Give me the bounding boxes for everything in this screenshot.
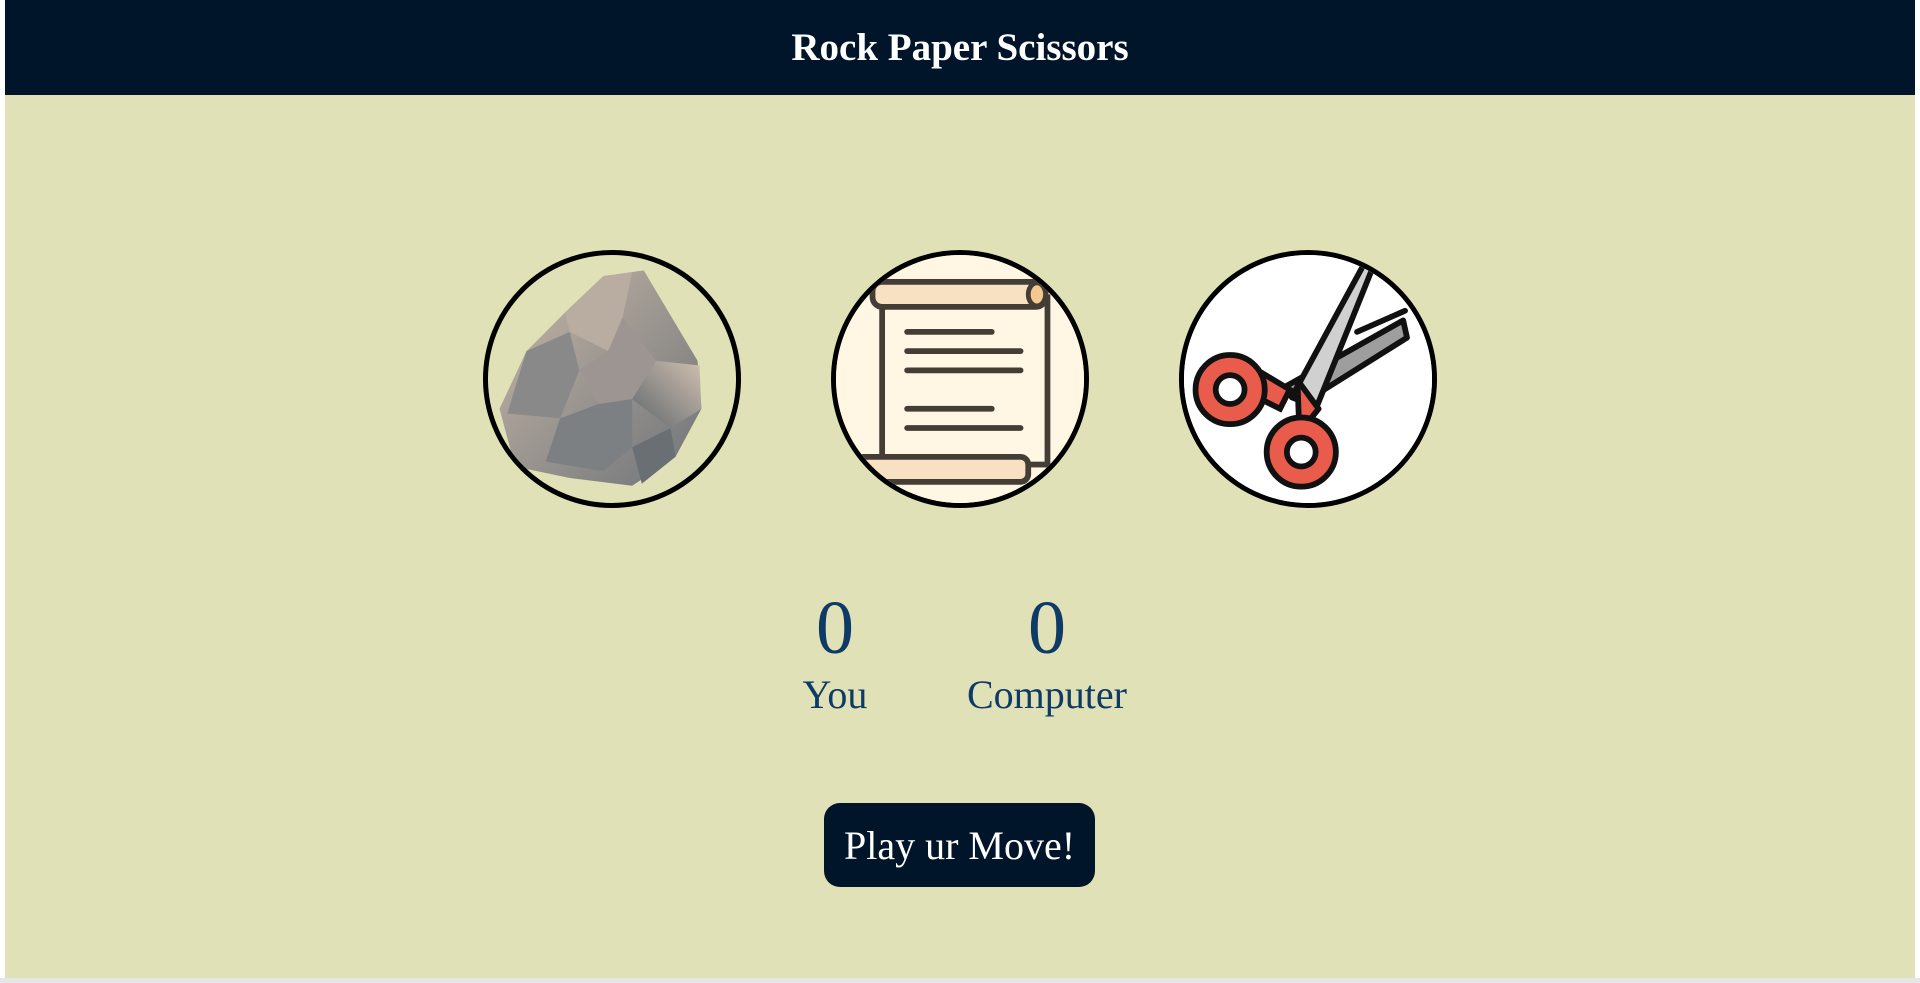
scroll-paper-icon	[836, 255, 1084, 503]
computer-score-label: Computer	[967, 672, 1127, 717]
game-page: Rock Paper Scissors 0 You 0 Computer Pla…	[5, 0, 1915, 978]
computer-score-block: 0 Computer	[947, 583, 1147, 717]
scissors-choice[interactable]	[1179, 250, 1437, 508]
paper-choice[interactable]	[831, 250, 1089, 508]
user-score-block: 0 You	[765, 583, 905, 717]
user-score-label: You	[802, 672, 868, 717]
scissors-icon	[1184, 255, 1432, 503]
header-bar: Rock Paper Scissors	[5, 0, 1915, 95]
page-title: Rock Paper Scissors	[791, 26, 1129, 69]
computer-score: 0	[1028, 586, 1066, 670]
bottom-border	[0, 978, 1920, 983]
user-score: 0	[816, 586, 854, 670]
rock-choice[interactable]	[483, 250, 741, 508]
rock-icon	[499, 270, 702, 486]
play-move-button[interactable]: Play ur Move!	[824, 803, 1095, 887]
